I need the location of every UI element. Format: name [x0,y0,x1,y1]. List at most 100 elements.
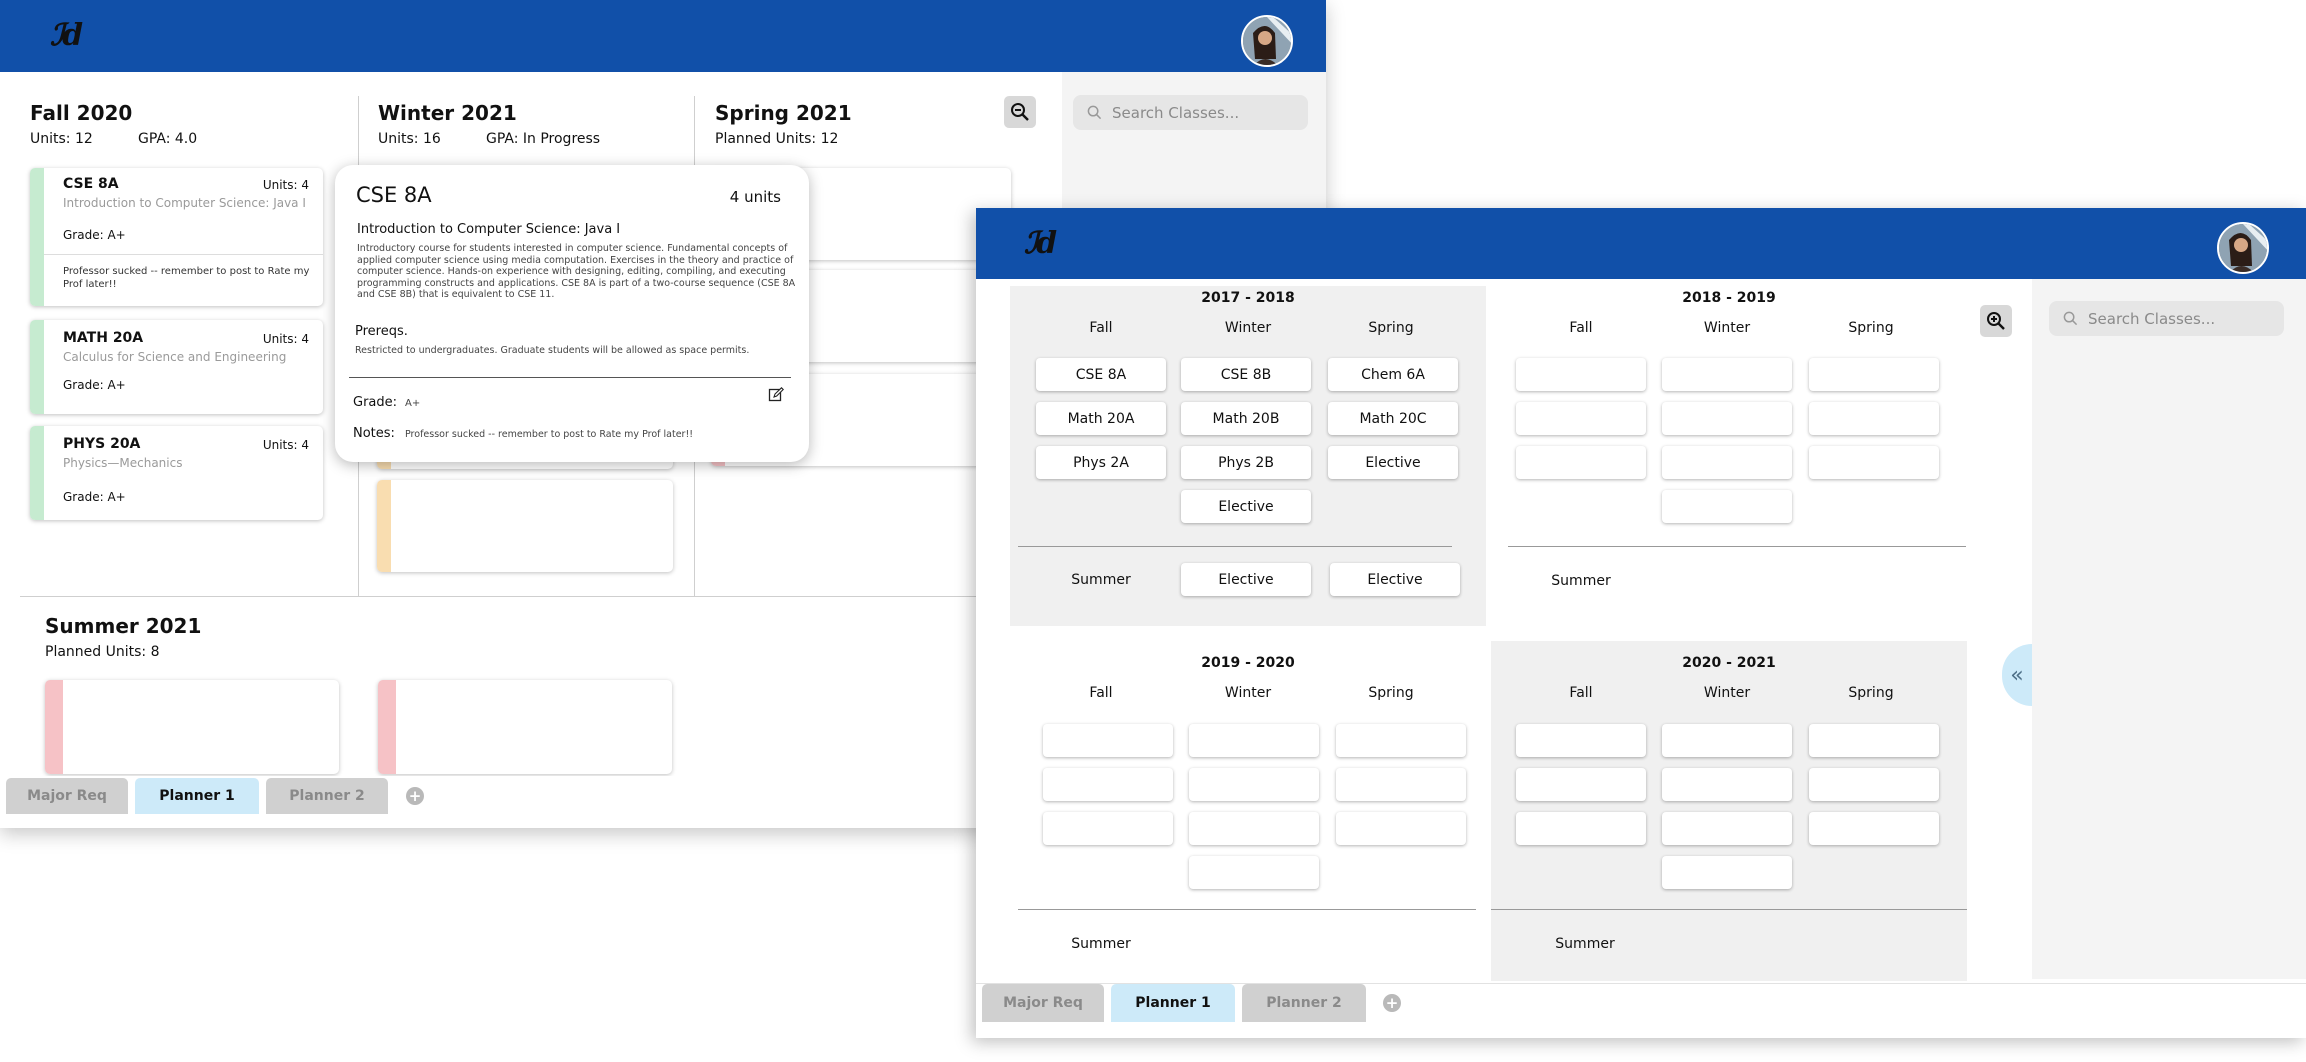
class-slot[interactable] [1662,490,1792,523]
add-tab-button[interactable]: + [406,787,424,805]
summer-label: Summer [1555,936,1615,952]
class-slot[interactable] [1516,358,1646,391]
popup-divider [349,377,791,378]
class-slot[interactable]: Elective [1330,563,1460,596]
quarter-label-winter: Winter [1703,685,1751,701]
class-slot[interactable] [1336,724,1466,757]
tab-planner-1[interactable]: Planner 1 [135,778,259,814]
class-slot[interactable] [1662,856,1792,889]
popup-notes-label: Notes: [353,426,395,441]
status-stripe [30,320,44,414]
class-slot[interactable] [1809,724,1939,757]
class-slot[interactable] [1189,724,1319,757]
class-slot[interactable] [1336,768,1466,801]
status-stripe [30,168,44,306]
class-slot[interactable] [1809,812,1939,845]
class-slot[interactable] [1662,358,1792,391]
semester-gpa: GPA: 4.0 [138,131,198,147]
course-card[interactable] [45,680,339,774]
zoom-in-button[interactable] [1980,305,2012,337]
class-slot[interactable] [1662,446,1792,479]
course-card[interactable] [377,480,673,572]
course-code: CSE 8A [63,176,119,192]
class-slot[interactable] [1516,402,1646,435]
search-input[interactable]: Search Classes... [2049,301,2284,336]
class-slot[interactable] [1662,402,1792,435]
top-bar: ℐd [976,208,2306,279]
summer-divider [1018,909,1476,910]
popup-prereq-label: Prereqs. [355,324,408,339]
class-slot[interactable]: Elective [1328,446,1458,479]
course-units: Units: 4 [262,332,309,346]
class-slot[interactable]: Math 20C [1328,402,1458,435]
add-tab-button[interactable]: + [1383,994,1401,1012]
class-slot[interactable] [1662,812,1792,845]
class-slot[interactable] [1516,812,1646,845]
class-slot[interactable] [1516,724,1646,757]
class-slot[interactable] [1043,812,1173,845]
course-note: Professor sucked -- remember to post to … [63,266,310,290]
tab-planner-2[interactable]: Planner 2 [266,778,388,814]
class-slot[interactable]: CSE 8A [1036,358,1166,391]
course-grade: Grade: A+ [63,490,126,504]
course-card[interactable]: CSE 8A Units: 4 Introduction to Computer… [30,168,323,306]
class-slot[interactable]: Elective [1181,490,1311,523]
quarter-label-winter: Winter [1224,320,1272,336]
class-slot[interactable] [1043,768,1173,801]
class-slot[interactable] [1336,812,1466,845]
zoom-out-button[interactable] [1004,96,1036,128]
class-slot[interactable] [1516,768,1646,801]
sidebar [2032,279,2306,979]
class-slot[interactable] [1662,768,1792,801]
summer-label: Summer [1071,572,1131,588]
summer-divider [1491,909,1967,910]
class-slot[interactable] [1189,768,1319,801]
popup-notes-value: Professor sucked -- remember to post to … [405,429,694,440]
app-logo[interactable]: ℐd [1024,226,1057,261]
class-slot[interactable] [1043,724,1173,757]
class-slot[interactable]: Math 20B [1181,402,1311,435]
class-slot[interactable]: Phys 2A [1036,446,1166,479]
tab-major-req[interactable]: Major Req [982,984,1104,1022]
tab-major-req[interactable]: Major Req [6,778,128,814]
popup-description: Introductory course for students interes… [357,243,796,300]
semester-title: Spring 2021 [715,101,852,125]
class-slot[interactable] [1189,856,1319,889]
collapse-sidebar-button[interactable]: « [2002,644,2032,706]
popup-grade-value: A+ [405,398,421,409]
status-stripe [30,426,44,520]
class-slot[interactable]: Phys 2B [1181,446,1311,479]
search-input[interactable]: Search Classes... [1073,95,1308,130]
class-slot[interactable]: Elective [1181,563,1311,596]
quarter-label-fall: Fall [1569,320,1593,336]
summer-label: Summer [1551,573,1611,589]
search-icon [2063,311,2078,326]
class-slot[interactable]: Math 20A [1036,402,1166,435]
class-slot[interactable] [1809,402,1939,435]
search-placeholder: Search Classes... [1112,103,1240,122]
year-title: 2019 - 2020 [1201,655,1295,671]
avatar[interactable] [2217,222,2269,274]
edit-icon[interactable] [768,387,784,403]
course-card[interactable]: MATH 20A Units: 4 Calculus for Science a… [30,320,323,414]
class-slot[interactable]: CSE 8B [1181,358,1311,391]
class-slot[interactable] [1516,446,1646,479]
semester-title: Summer 2021 [45,614,202,638]
quarter-label-winter: Winter [1703,320,1751,336]
class-slot[interactable] [1809,768,1939,801]
course-card[interactable] [378,680,672,774]
class-slot[interactable] [1809,358,1939,391]
chevron-double-left-icon: « [2010,662,2024,688]
class-slot[interactable]: Chem 6A [1328,358,1458,391]
class-slot[interactable] [1662,724,1792,757]
tab-planner-1[interactable]: Planner 1 [1111,984,1235,1022]
class-slot[interactable] [1189,812,1319,845]
course-name: Physics—Mechanics [63,456,183,470]
avatar[interactable] [1241,15,1293,67]
app-logo[interactable]: ℐd [50,18,83,53]
course-card[interactable]: PHYS 20A Units: 4 Physics—Mechanics Grad… [30,426,323,520]
course-units: Units: 4 [262,438,309,452]
tab-planner-2[interactable]: Planner 2 [1242,984,1366,1022]
class-slot[interactable] [1809,446,1939,479]
search-icon [1087,105,1102,120]
